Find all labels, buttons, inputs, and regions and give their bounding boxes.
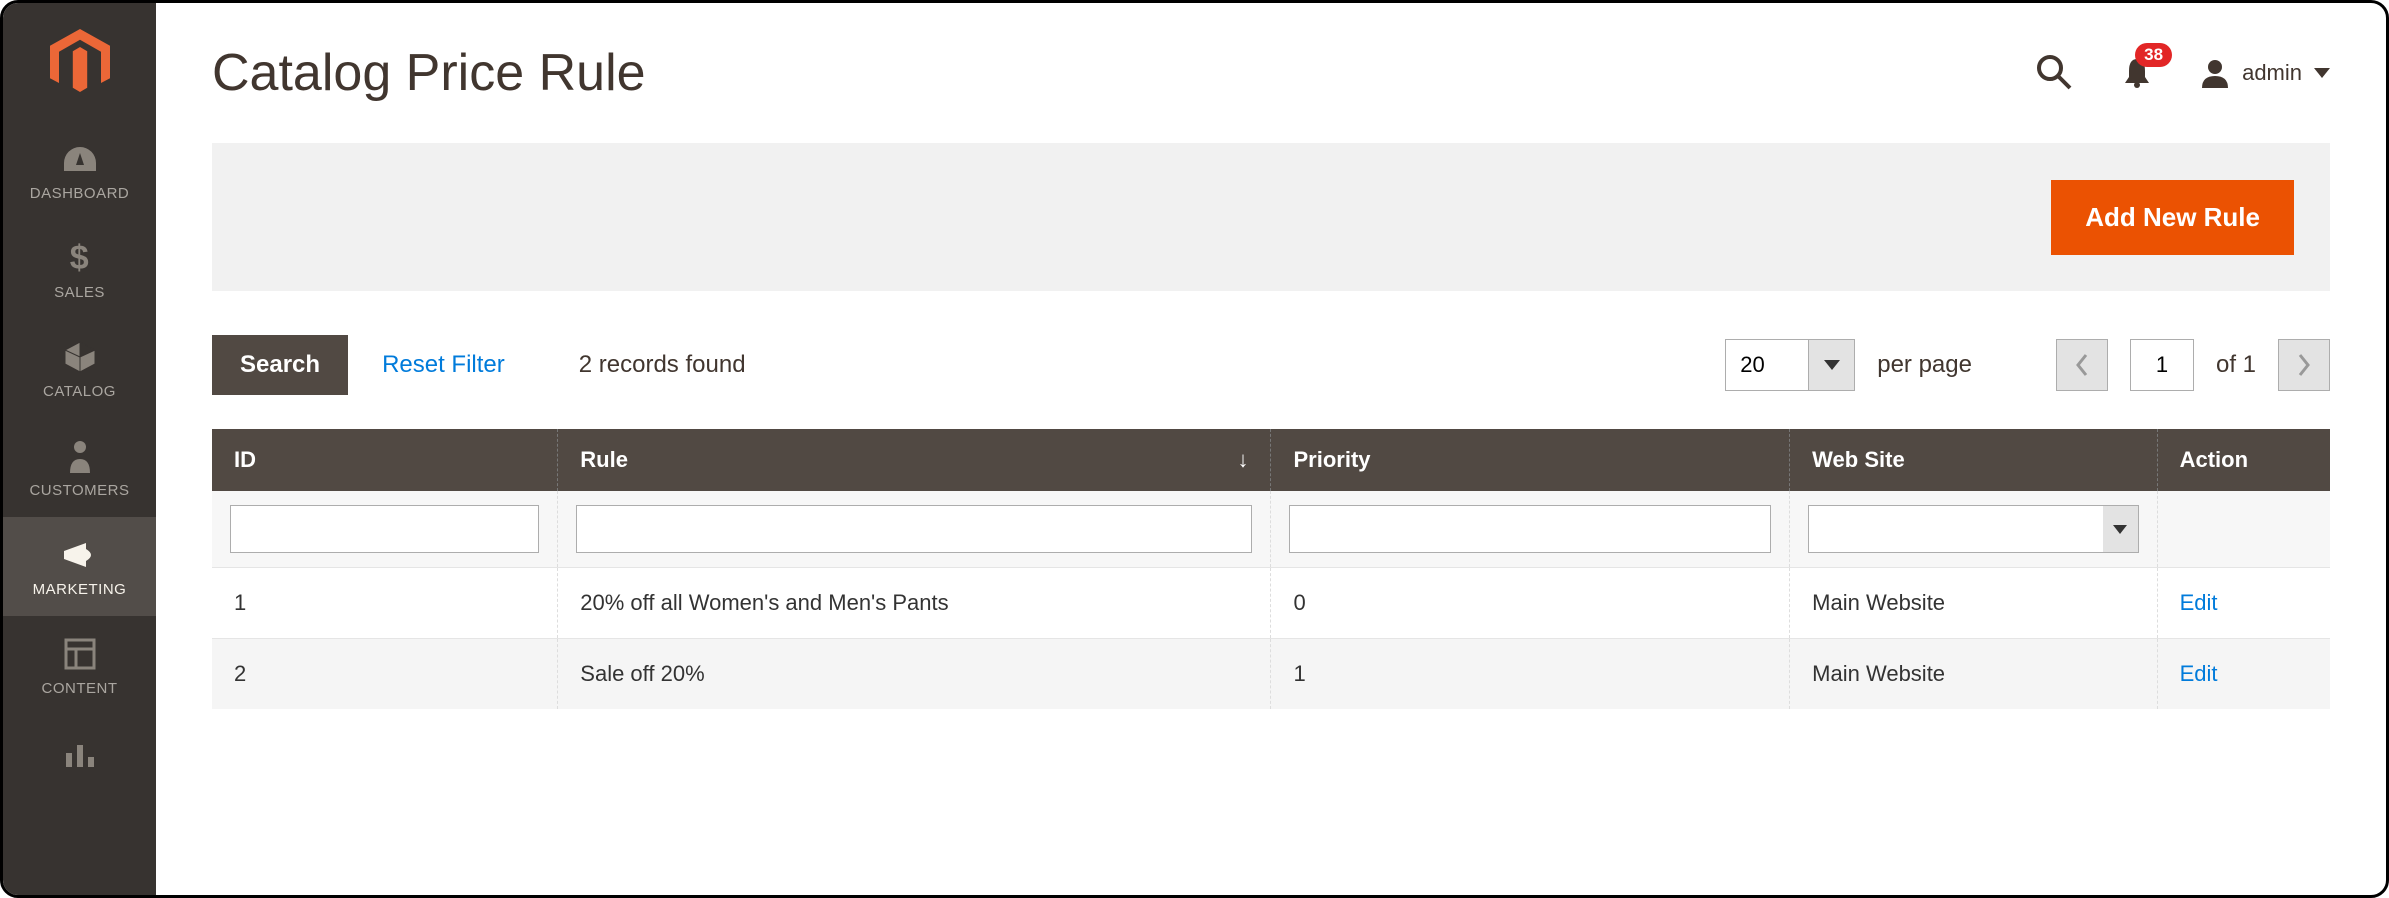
page-title: Catalog Price Rule xyxy=(212,43,646,103)
page-number-input[interactable] xyxy=(2130,339,2194,391)
user-icon xyxy=(2200,58,2230,88)
sidebar-item-sales[interactable]: $ SALES xyxy=(3,220,156,319)
column-header-rule[interactable]: Rule↓ xyxy=(558,429,1271,491)
cell-rule: Sale off 20% xyxy=(558,639,1271,710)
filter-priority-input[interactable] xyxy=(1289,505,1771,553)
admin-sidebar: DASHBOARD $ SALES CATALOG CUSTOMERS MARK… xyxy=(3,3,156,895)
megaphone-icon xyxy=(60,537,100,573)
cell-rule: 20% off all Women's and Men's Pants xyxy=(558,568,1271,639)
sort-arrow-down-icon: ↓ xyxy=(1237,447,1248,473)
chevron-left-icon xyxy=(2074,353,2090,377)
main-content: Catalog Price Rule 38 admin Add New Rule xyxy=(156,3,2386,895)
column-header-id[interactable]: ID xyxy=(212,429,558,491)
sidebar-item-marketing[interactable]: MARKETING xyxy=(3,517,156,616)
add-new-rule-button[interactable]: Add New Rule xyxy=(2051,180,2294,255)
reset-filter-link[interactable]: Reset Filter xyxy=(382,351,505,379)
cell-id: 2 xyxy=(212,639,558,710)
filter-id-input[interactable] xyxy=(230,505,539,553)
table-header-row: ID Rule↓ Priority Web Site Action xyxy=(212,429,2330,491)
search-icon[interactable] xyxy=(2034,52,2074,95)
cell-website: Main Website xyxy=(1790,568,2157,639)
sidebar-item-label: SALES xyxy=(54,284,105,301)
filter-website-dropdown-toggle[interactable] xyxy=(2103,505,2139,553)
filter-rule-input[interactable] xyxy=(576,505,1252,553)
dashboard-icon xyxy=(62,141,98,177)
grid-search-button[interactable]: Search xyxy=(212,335,348,395)
user-label: admin xyxy=(2242,60,2302,86)
chevron-down-icon xyxy=(2314,68,2330,78)
notification-count-badge: 38 xyxy=(2135,43,2172,67)
sidebar-item-reports[interactable] xyxy=(3,715,156,779)
table-row[interactable]: 1 20% off all Women's and Men's Pants 0 … xyxy=(212,568,2330,639)
cell-priority: 1 xyxy=(1271,639,1790,710)
table-row[interactable]: 2 Sale off 20% 1 Main Website Edit xyxy=(212,639,2330,710)
bars-icon xyxy=(64,735,96,771)
sidebar-item-label: MARKETING xyxy=(33,581,127,598)
column-header-website[interactable]: Web Site xyxy=(1790,429,2157,491)
page-total-label: of 1 xyxy=(2216,351,2256,379)
sidebar-item-dashboard[interactable]: DASHBOARD xyxy=(3,121,156,220)
sidebar-item-label: CONTENT xyxy=(42,680,118,697)
per-page-label: per page xyxy=(1877,351,1972,379)
sidebar-item-catalog[interactable]: CATALOG xyxy=(3,319,156,418)
filter-website-select[interactable] xyxy=(1808,505,2103,553)
person-icon xyxy=(68,438,92,474)
box-icon xyxy=(63,339,97,375)
column-header-priority[interactable]: Priority xyxy=(1271,429,1790,491)
next-page-button[interactable] xyxy=(2278,339,2330,391)
sidebar-item-label: DASHBOARD xyxy=(30,185,130,202)
cell-website: Main Website xyxy=(1790,639,2157,710)
edit-link[interactable]: Edit xyxy=(2180,590,2218,615)
sidebar-item-customers[interactable]: CUSTOMERS xyxy=(3,418,156,517)
cell-priority: 0 xyxy=(1271,568,1790,639)
rules-table: ID Rule↓ Priority Web Site Action xyxy=(212,429,2330,709)
user-menu[interactable]: admin xyxy=(2200,58,2330,88)
column-header-action: Action xyxy=(2157,429,2330,491)
sidebar-item-label: CATALOG xyxy=(43,383,116,400)
magento-logo[interactable] xyxy=(3,3,156,121)
chevron-right-icon xyxy=(2296,353,2312,377)
notifications-button[interactable]: 38 xyxy=(2120,55,2154,92)
sidebar-item-label: CUSTOMERS xyxy=(29,482,129,499)
table-filter-row xyxy=(212,491,2330,568)
chevron-down-icon xyxy=(1824,360,1840,370)
dollar-icon: $ xyxy=(70,240,89,276)
chevron-down-icon xyxy=(2113,525,2127,534)
records-found-text: 2 records found xyxy=(579,351,746,379)
layout-icon xyxy=(64,636,96,672)
cell-id: 1 xyxy=(212,568,558,639)
per-page-input[interactable] xyxy=(1725,339,1809,391)
per-page-dropdown-toggle[interactable] xyxy=(1809,339,1855,391)
action-bar: Add New Rule xyxy=(212,143,2330,291)
prev-page-button[interactable] xyxy=(2056,339,2108,391)
sidebar-item-content[interactable]: CONTENT xyxy=(3,616,156,715)
edit-link[interactable]: Edit xyxy=(2180,661,2218,686)
